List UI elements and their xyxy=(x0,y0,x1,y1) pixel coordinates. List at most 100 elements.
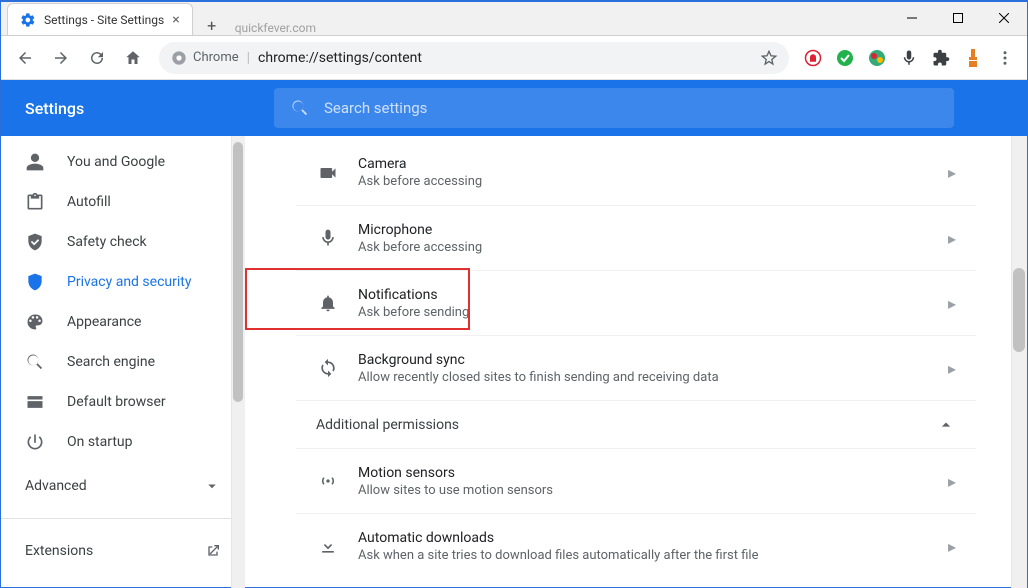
row-background-sync[interactable]: Background syncAllow recently closed sit… xyxy=(296,335,976,400)
sidebar-item-label: Search engine xyxy=(67,354,155,370)
reload-button[interactable] xyxy=(81,42,113,74)
sidebar-scroll-thumb[interactable] xyxy=(233,142,243,402)
browser-icon xyxy=(25,392,45,412)
close-window-button[interactable] xyxy=(981,2,1027,34)
sidebar-item-privacy[interactable]: Privacy and security xyxy=(1,262,245,302)
power-icon xyxy=(25,432,45,452)
clipboard-icon xyxy=(25,192,45,212)
address-bar[interactable]: Chrome | chrome://settings/content xyxy=(159,42,789,74)
close-tab-icon[interactable]: × xyxy=(172,12,179,28)
star-icon[interactable] xyxy=(761,50,777,66)
sidebar-item-label: Appearance xyxy=(67,314,141,330)
sidebar-item-autofill[interactable]: Autofill xyxy=(1,182,245,222)
row-sub: Ask before sending xyxy=(358,305,948,320)
row-camera[interactable]: Camera Ask before accessing ▸ xyxy=(296,140,976,205)
settings-page: Settings You and Google Autofill xyxy=(1,80,1027,588)
search-icon xyxy=(25,352,45,372)
sidebar-item-label: Default browser xyxy=(67,394,166,410)
row-auto-downloads[interactable]: Automatic downloads Ask when a site tries… xyxy=(296,513,976,578)
sidebar-scrollbar[interactable] xyxy=(231,136,245,588)
page-title: Settings xyxy=(1,99,261,118)
sidebar-item-default-browser[interactable]: Default browser xyxy=(1,382,245,422)
row-sub: Allow sites to use motion sensors xyxy=(358,483,948,498)
extension-icon-red[interactable] xyxy=(799,42,827,74)
omnibox-separator: | xyxy=(247,50,250,66)
row-sub: Ask before accessing xyxy=(358,174,948,189)
sidebar-item-appearance[interactable]: Appearance xyxy=(1,302,245,342)
row-notifications[interactable]: Notifications Ask before sending ▸ xyxy=(296,270,976,335)
row-sub: Allow recently closed sites to finish se… xyxy=(358,370,948,385)
sidebar-item-safety[interactable]: Safety check xyxy=(1,222,245,262)
chevron-right-icon: ▸ xyxy=(948,472,956,491)
row-title: Microphone xyxy=(358,222,948,238)
section-title: Additional permissions xyxy=(316,417,459,433)
sync-icon xyxy=(316,358,340,378)
divider xyxy=(1,518,245,519)
tab-strip: Settings - Site Settings × + quickfever.… xyxy=(1,2,889,35)
forward-button[interactable] xyxy=(45,42,77,74)
bell-icon xyxy=(316,293,340,313)
sidebar-item-label: Autofill xyxy=(67,194,111,210)
chevron-right-icon: ▸ xyxy=(948,163,956,182)
settings-body: You and Google Autofill Safety check Pri… xyxy=(1,136,1027,588)
sidebar-item-startup[interactable]: On startup xyxy=(1,422,245,462)
row-title: Notifications xyxy=(358,287,948,303)
tab-title: Settings - Site Settings xyxy=(44,13,164,27)
settings-header: Settings xyxy=(1,80,1027,136)
browser-tab[interactable]: Settings - Site Settings × xyxy=(7,3,193,35)
sidebar-item-label: Privacy and security xyxy=(67,274,191,290)
chrome-chip: Chrome xyxy=(171,50,239,66)
camera-icon xyxy=(316,163,340,183)
settings-sidebar: You and Google Autofill Safety check Pri… xyxy=(1,136,245,588)
window-titlebar: Settings - Site Settings × + quickfever.… xyxy=(1,2,1027,36)
sidebar-item-label: Safety check xyxy=(67,234,147,250)
chevron-right-icon: ▸ xyxy=(948,537,956,556)
search-settings-input[interactable] xyxy=(324,99,938,117)
page-scrollbar[interactable] xyxy=(1011,136,1027,588)
row-title: Motion sensors xyxy=(358,465,948,481)
extension-icon-globe[interactable] xyxy=(863,42,891,74)
person-icon xyxy=(25,152,45,172)
row-sub: Ask before accessing xyxy=(358,240,948,255)
chevron-right-icon: ▸ xyxy=(948,359,956,378)
browser-toolbar: Chrome | chrome://settings/content xyxy=(1,36,1027,80)
browser-menu-icon[interactable] xyxy=(991,42,1019,74)
palette-icon xyxy=(25,312,45,332)
extensions-puzzle-icon[interactable] xyxy=(927,42,955,74)
maximize-button[interactable] xyxy=(935,2,981,34)
new-tab-button[interactable]: + xyxy=(197,16,227,35)
microphone-icon[interactable] xyxy=(895,42,923,74)
gear-icon xyxy=(20,12,36,28)
download-icon xyxy=(316,536,340,556)
row-title: Automatic downloads xyxy=(358,530,948,546)
advanced-label: Advanced xyxy=(25,478,87,494)
row-sub: Ask when a site tries to download files … xyxy=(358,548,948,563)
row-motion-sensors[interactable]: Motion sensors Allow sites to use motion … xyxy=(296,448,976,513)
microphone-icon xyxy=(316,228,340,248)
page-scroll-thumb[interactable] xyxy=(1013,268,1025,352)
search-settings-box[interactable] xyxy=(274,88,954,128)
chevron-right-icon: ▸ xyxy=(948,294,956,313)
chevron-up-icon xyxy=(936,415,956,435)
extension-icon-green[interactable] xyxy=(831,42,859,74)
sidebar-advanced[interactable]: Advanced xyxy=(1,462,245,510)
settings-content: Camera Ask before accessing ▸ Microphone A… xyxy=(245,136,1027,588)
sidebar-item-you-google[interactable]: You and Google xyxy=(1,142,245,182)
home-button[interactable] xyxy=(117,42,149,74)
sensor-icon xyxy=(316,471,340,491)
window-controls xyxy=(889,2,1027,35)
back-button[interactable] xyxy=(9,42,41,74)
section-additional-permissions[interactable]: Additional permissions xyxy=(296,400,976,448)
tab-hint: quickfever.com xyxy=(235,21,316,35)
extension-icon-orange[interactable] xyxy=(959,42,987,74)
sidebar-item-search[interactable]: Search engine xyxy=(1,342,245,382)
extensions-label: Extensions xyxy=(25,543,93,559)
row-title: Camera xyxy=(358,156,948,172)
sidebar-extensions[interactable]: Extensions xyxy=(1,527,245,575)
shield-icon xyxy=(25,272,45,292)
row-microphone[interactable]: MicrophoneAsk before accessing ▸ xyxy=(296,205,976,270)
minimize-button[interactable] xyxy=(889,2,935,34)
open-external-icon xyxy=(205,543,221,559)
url-text: chrome://settings/content xyxy=(258,50,753,66)
chip-label: Chrome xyxy=(193,50,239,65)
